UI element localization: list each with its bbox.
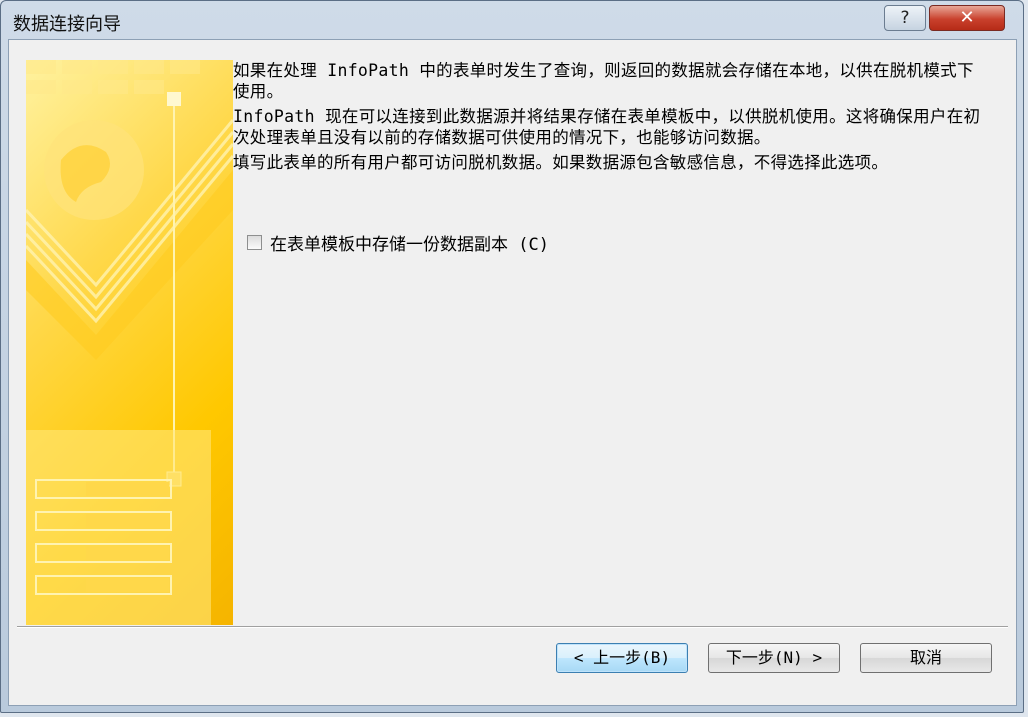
close-icon: ✕ [959,7,975,28]
title-bar[interactable]: 数据连接向导 ? ✕ [1,1,1023,39]
store-copy-label[interactable]: 在表单模板中存储一份数据副本 (C) [270,230,549,255]
cancel-button[interactable]: 取消 [860,643,992,673]
close-button[interactable]: ✕ [929,5,1005,31]
description-paragraph-1: 如果在处理 InfoPath 中的表单时发生了查询，则返回的数据就会存储在本地，… [233,61,974,101]
description-paragraph-2: InfoPath 现在可以连接到此数据源并将结果存储在表单模板中，以供脱机使用。… [233,107,981,147]
help-button[interactable]: ? [884,5,926,31]
wizard-dialog: 数据连接向导 ? ✕ 如果在处理 InfoPath 中的表单时发生了查询，则返回… [0,0,1024,713]
description-paragraph-3: 填写此表单的所有用户都可访问脱机数据。如果数据源包含敏感信息，不得选择此选项。 [233,153,889,172]
wizard-banner-image [26,60,233,625]
window-title: 数据连接向导 [13,14,121,35]
banner-artwork [26,60,233,625]
help-icon: ? [900,8,910,28]
store-copy-checkbox[interactable] [247,234,262,250]
description-text: 如果在处理 InfoPath 中的表单时发生了查询，则返回的数据就会存储在本地，… [233,60,993,177]
dialog-body: 如果在处理 InfoPath 中的表单时发生了查询，则返回的数据就会存储在本地，… [8,39,1017,706]
footer-separator [17,626,1008,628]
next-button[interactable]: 下一步(N) > [708,643,840,673]
back-button[interactable]: < 上一步(B) [556,643,688,673]
store-copy-option[interactable]: 在表单模板中存储一份数据副本 (C) [247,230,549,255]
